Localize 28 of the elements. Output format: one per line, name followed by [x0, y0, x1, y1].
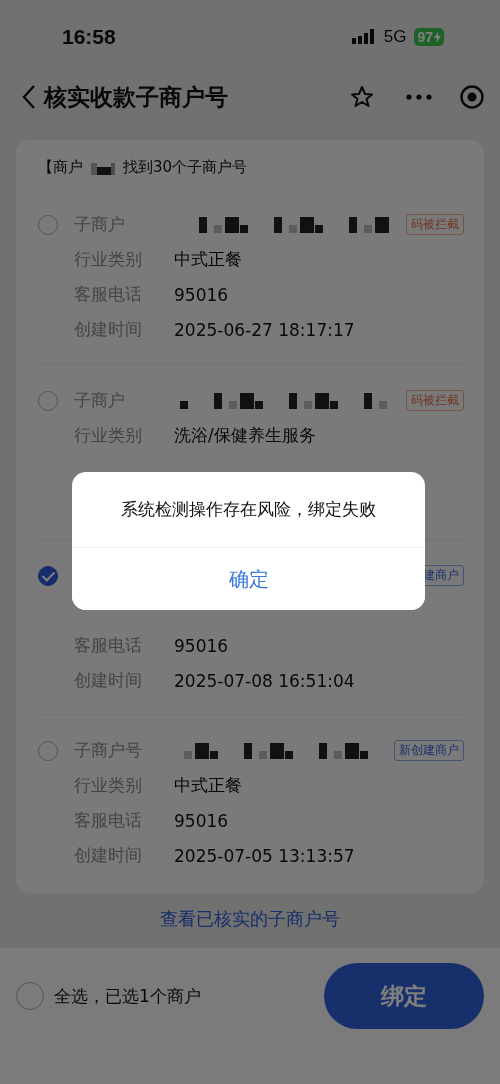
merchant-tag: 码被拦截 — [406, 390, 464, 411]
bind-button[interactable]: 绑定 — [324, 963, 484, 1029]
field-value: 中式正餐 — [174, 774, 242, 797]
star-icon[interactable] — [350, 85, 374, 109]
back-icon[interactable] — [22, 84, 36, 110]
page-title: 核实收款子商户号 — [44, 82, 228, 112]
field-value: 2025-07-08 16:51:04 — [174, 670, 355, 691]
network-type: 5G — [383, 27, 407, 47]
record-icon[interactable] — [460, 85, 484, 109]
more-icon[interactable] — [406, 94, 432, 100]
pixelated-number-drawing — [91, 160, 115, 175]
verified-merchants-link[interactable]: 查看已核实的子商户号 — [160, 907, 340, 931]
status-time: 16:58 — [62, 25, 116, 49]
field-value: 中式正餐 — [174, 248, 242, 271]
summary-count: 找到30个子商户号 — [123, 158, 248, 177]
battery-indicator: 97 — [414, 28, 444, 46]
merchant-tag: 码被拦截 — [406, 214, 464, 235]
field-value: 2025-07-05 13:13:57 — [174, 845, 355, 866]
field-value: 洗浴/保健养生服务 — [174, 424, 316, 447]
selection-count: 全选，已选1个商户 — [54, 984, 201, 1008]
signal-icon — [351, 29, 376, 45]
merchant-tag: 新创建商户 — [394, 740, 464, 761]
summary-prefix: 【商户 — [38, 158, 83, 177]
merchant-radio[interactable] — [38, 565, 58, 586]
field-value: 95016 — [174, 810, 229, 831]
field-value: 2025-06-27 18:17:17 — [174, 319, 355, 340]
field-value: 95016 — [174, 635, 229, 656]
field-value: 95016 — [174, 284, 229, 305]
